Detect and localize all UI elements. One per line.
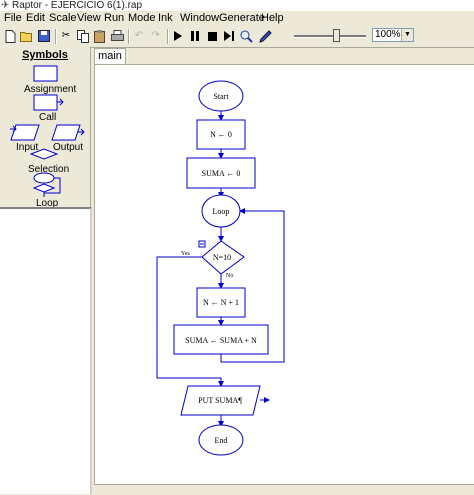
assign-suma0-label: SUMA ← 0 <box>202 169 241 178</box>
toolbar-separator <box>55 29 57 44</box>
yes-label: Yes <box>181 251 190 257</box>
watch-magnifier-icon[interactable] <box>238 28 254 44</box>
menu-generate[interactable]: Generate <box>219 12 265 25</box>
raptor-app-icon: ✈ <box>1 0 10 11</box>
paste-clipboard-icon[interactable] <box>92 28 108 44</box>
condition-label: N=10 <box>213 253 231 262</box>
menu-bar: File Edit Scale View Run Mode Ink Window… <box>0 11 474 26</box>
menu-run[interactable]: Run <box>104 12 124 25</box>
toolbar-separator <box>128 29 130 44</box>
menu-window[interactable]: Window <box>180 12 219 25</box>
run-play-icon[interactable] <box>170 28 186 44</box>
slider-thumb[interactable] <box>333 29 340 42</box>
menu-mode[interactable]: Mode <box>128 12 156 25</box>
new-file-icon[interactable] <box>2 28 18 44</box>
chevron-down-icon[interactable]: ▼ <box>401 29 413 41</box>
tab-strip: main <box>92 47 474 64</box>
assign-inc-label: N ← N + 1 <box>203 298 239 307</box>
output-arrow <box>78 128 85 136</box>
open-folder-icon[interactable] <box>19 28 35 44</box>
variables-panel <box>0 207 92 494</box>
redo-icon[interactable]: ↷ <box>148 28 164 44</box>
tab-main[interactable]: main <box>94 48 126 64</box>
print-printer-icon[interactable] <box>109 28 125 44</box>
slider-track <box>294 35 366 38</box>
input-symbol <box>10 124 40 141</box>
symbols-panel: Symbols Assignment Call Input Output Sel… <box>0 47 91 209</box>
flowchart: Start N ← 0 SUMA ← 0 Loop N=10 Yes No N … <box>156 80 285 456</box>
assignment-label: Assignment <box>24 84 77 95</box>
zoom-select[interactable]: 100% ▼ <box>372 28 414 42</box>
symbols-palette <box>10 65 85 197</box>
menu-scale[interactable]: Scale <box>49 12 77 25</box>
window-title: Raptor - EJERCICIO 6(1).rap <box>12 0 143 11</box>
call-arrow <box>57 98 64 106</box>
menu-help[interactable]: Help <box>261 12 284 25</box>
output-label: PUT SUMA¶ <box>198 396 242 405</box>
loop-symbol-diamond <box>32 183 56 193</box>
speed-slider[interactable] <box>294 29 366 43</box>
call-label: Call <box>39 112 57 123</box>
stop-icon[interactable] <box>204 28 220 44</box>
pause-icon[interactable] <box>187 28 203 44</box>
input-label: Input <box>16 142 39 153</box>
step-icon[interactable] <box>221 28 237 44</box>
menu-edit[interactable]: Edit <box>26 12 45 25</box>
assign-sum-label: SUMA ← SUMA + N <box>185 336 257 345</box>
assignment-symbol <box>33 65 58 82</box>
loop-label: Loop <box>213 207 230 216</box>
toolbar-separator <box>167 29 169 44</box>
zoom-value: 100% <box>375 29 401 40</box>
start-label: Start <box>213 92 229 101</box>
assign-n0-label: N ← 0 <box>210 130 232 139</box>
cut-scissors-icon[interactable]: ✂ <box>58 28 74 44</box>
pen-ink-icon[interactable] <box>257 28 273 44</box>
no-label: No <box>226 273 233 279</box>
loop-exit-line <box>156 256 224 387</box>
menu-ink[interactable]: Ink <box>158 12 173 25</box>
menu-view[interactable]: View <box>77 12 101 25</box>
output-label: Output <box>53 142 84 153</box>
call-symbol <box>33 94 58 111</box>
undo-icon[interactable]: ↶ <box>131 28 147 44</box>
menu-file[interactable]: File <box>4 12 22 25</box>
output-symbol <box>51 124 81 141</box>
end-label: End <box>215 436 228 445</box>
save-disk-icon[interactable] <box>36 28 52 44</box>
copy-icon[interactable] <box>75 28 91 44</box>
horizontal-scrollbar[interactable] <box>94 484 474 495</box>
title-bar: ✈ Raptor - EJERCICIO 6(1).rap <box>0 0 474 11</box>
flowchart-canvas[interactable]: Start N ← 0 SUMA ← 0 Loop N=10 Yes No N … <box>94 64 474 494</box>
selection-label: Selection <box>28 164 70 175</box>
